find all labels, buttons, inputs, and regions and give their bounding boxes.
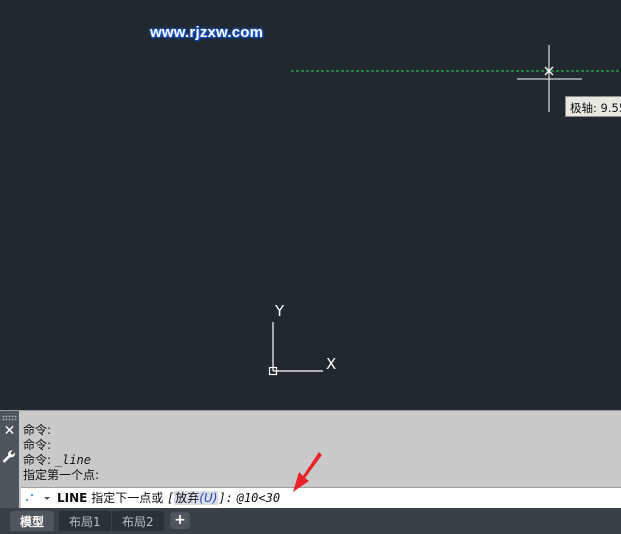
command-input-row[interactable]: LINE 指定下一点或 [放弃(U)]: @10<30	[21, 487, 621, 508]
tab-layout1[interactable]: 布局1	[59, 511, 111, 531]
close-icon[interactable]: ✕	[3, 424, 16, 438]
ucs-icon: Y X	[268, 302, 336, 376]
tab-layout2[interactable]: 布局2	[112, 511, 164, 531]
polar-tooltip: 极轴: 9.55	[565, 96, 621, 117]
tab-model[interactable]: 模型	[10, 511, 55, 531]
option-undo[interactable]: 放弃(U)	[174, 491, 219, 505]
command-history: 命令: 命令: 命令: _line 指定第一个点:	[23, 423, 99, 483]
history-line: 指定第一个点:	[23, 468, 100, 482]
option-undo-key[interactable]: U	[204, 491, 213, 505]
history-line: 命令:	[23, 438, 52, 452]
command-line-panel: ✕ 命令: 命令: 命令: _line 指定第一个点: LINE 指定下一点或 …	[0, 410, 621, 509]
add-layout-button[interactable]: +	[170, 512, 190, 529]
ucs-y-label: Y	[274, 302, 285, 320]
ucs-x-label: X	[326, 355, 336, 373]
layout-tab-bar: 模型 布局1 布局2 +	[0, 508, 621, 534]
wrench-icon[interactable]	[2, 449, 17, 464]
grip-dots[interactable]	[2, 415, 17, 421]
command-input-text[interactable]: LINE 指定下一点或 [放弃(U)]: @10<30	[57, 490, 280, 506]
command-name: LINE	[57, 491, 88, 505]
canvas-graphics: Y X	[268, 45, 621, 376]
drawing-canvas[interactable]: www.rjzxw.com Y X 极轴: 9.55	[0, 0, 621, 410]
command-prompt: 指定下一点或	[91, 491, 164, 505]
command-input-value[interactable]: @10<30	[237, 491, 280, 505]
option-close: ]:	[218, 491, 233, 505]
history-line: 命令: _line	[23, 453, 91, 467]
command-panel-grip[interactable]: ✕	[0, 411, 19, 509]
history-line: 命令:	[23, 423, 52, 437]
command-prompt-icon[interactable]	[24, 491, 54, 505]
